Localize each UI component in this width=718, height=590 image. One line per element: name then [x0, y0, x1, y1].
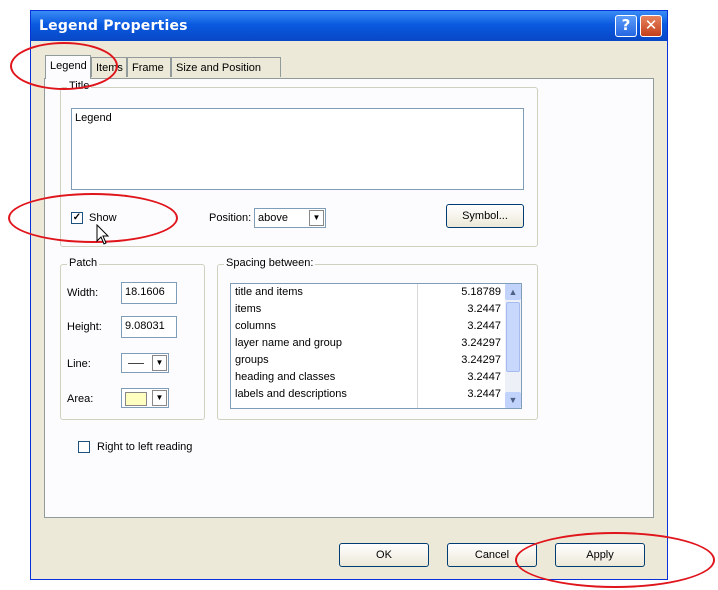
show-label: Show	[89, 212, 117, 224]
position-label: Position:	[209, 212, 252, 224]
ok-button[interactable]: OK	[339, 543, 429, 567]
width-label: Width:	[67, 287, 99, 299]
tab-legend[interactable]: Legend	[45, 55, 91, 79]
mouse-cursor-icon	[96, 224, 110, 245]
list-item[interactable]: groups 3.24297	[231, 352, 507, 370]
tab-size-and-position[interactable]: Size and Position	[171, 57, 281, 77]
patch-group-label: Patch	[67, 257, 100, 269]
apply-button[interactable]: Apply	[555, 543, 645, 567]
scroll-down-icon[interactable]: ▼	[505, 392, 521, 408]
title-bar[interactable]: Legend Properties ? ✕	[31, 11, 667, 41]
line-sample-icon	[128, 363, 144, 364]
right-to-left-label: Right to left reading	[97, 441, 193, 453]
list-item[interactable]: title and items 5.18789	[231, 284, 507, 302]
list-item[interactable]: columns 3.2447	[231, 318, 507, 336]
chevron-down-icon[interactable]: ▼	[152, 390, 167, 406]
scroll-up-icon[interactable]: ▲	[505, 284, 521, 300]
symbol-button[interactable]: Symbol...	[446, 204, 524, 228]
line-dropdown[interactable]: ▼	[121, 353, 169, 373]
chevron-down-icon[interactable]: ▼	[309, 210, 324, 226]
list-item[interactable]: items 3.2447	[231, 301, 507, 319]
height-label: Height:	[67, 321, 102, 333]
tab-frame[interactable]: Frame	[127, 57, 171, 77]
list-item[interactable]: heading and classes 3.2447	[231, 369, 507, 387]
list-item[interactable]: layer name and group 3.24297	[231, 335, 507, 353]
title-text-field[interactable]: Legend	[71, 108, 524, 190]
list-item[interactable]: labels and descriptions 3.2447	[231, 386, 507, 404]
legend-tab-panel: Title Legend ✓ Show Position: above ▼ Sy…	[44, 78, 654, 518]
spacing-list[interactable]: title and items 5.18789 items 3.2447 col…	[230, 283, 522, 409]
spacing-group-label: Spacing between:	[224, 257, 316, 269]
height-field[interactable]: 9.08031	[121, 316, 177, 338]
legend-properties-dialog: Legend Properties ? ✕ Legend Items Frame…	[30, 10, 668, 580]
title-group-label: Title	[67, 80, 92, 92]
window-title: Legend Properties	[39, 18, 188, 34]
chevron-down-icon[interactable]: ▼	[152, 355, 167, 371]
help-icon[interactable]: ?	[615, 15, 637, 37]
line-label: Line:	[67, 358, 91, 370]
patch-group: Patch Width: 18.1606 Height: 9.08031 Lin…	[60, 257, 205, 420]
area-label: Area:	[67, 393, 94, 405]
spacing-group: Spacing between: title and items 5.18789…	[217, 257, 538, 420]
cancel-button[interactable]: Cancel	[447, 543, 537, 567]
scroll-thumb[interactable]	[506, 302, 520, 372]
width-field[interactable]: 18.1606	[121, 282, 177, 304]
right-to-left-checkbox[interactable]	[78, 441, 90, 453]
close-icon[interactable]: ✕	[640, 15, 662, 37]
show-checkbox[interactable]: ✓	[71, 212, 83, 224]
area-dropdown[interactable]: ▼	[121, 388, 169, 408]
tab-items[interactable]: Items	[91, 57, 127, 77]
area-color-swatch	[125, 392, 147, 406]
list-scrollbar[interactable]: ▲ ▼	[505, 284, 521, 408]
position-dropdown[interactable]: above ▼	[254, 208, 326, 228]
title-group: Title Legend ✓ Show Position: above ▼ Sy…	[60, 80, 538, 247]
position-value: above	[258, 212, 288, 224]
